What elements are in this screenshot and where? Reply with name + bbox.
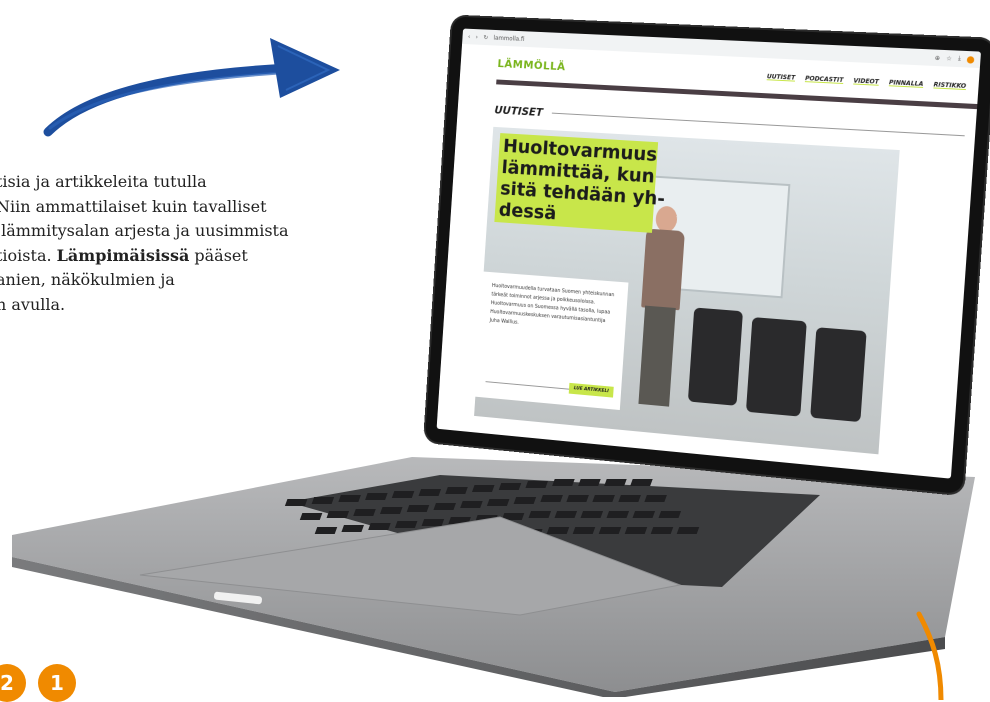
section-divider: [552, 112, 965, 137]
zoom-icon[interactable]: ⊕: [935, 54, 941, 61]
nav-item-podcastit[interactable]: PODCASTIT: [805, 75, 844, 84]
reload-icon[interactable]: ↻: [483, 34, 488, 41]
laptop-screen: ‹ › ↻ lammolla.fi ⊕ ☆ ⤓ LÄMMÖLLÄ UUTISET…: [424, 16, 990, 495]
card-divider: [485, 381, 576, 391]
forward-icon[interactable]: ›: [476, 33, 479, 40]
browser-window: ‹ › ↻ lammolla.fi ⊕ ☆ ⤓ LÄMMÖLLÄ UUTISET…: [436, 28, 982, 479]
hero-photo-chair: [810, 327, 867, 423]
nav-item-uutiset[interactable]: UUTISET: [767, 73, 796, 81]
read-article-button[interactable]: LUE ARTIKKELI: [568, 382, 614, 398]
site-logo[interactable]: LÄMMÖLLÄ: [497, 57, 566, 73]
back-icon[interactable]: ‹: [468, 33, 471, 40]
step-badge-1: 1: [38, 664, 76, 702]
nav-item-pinnalla[interactable]: PINNALLA: [889, 79, 924, 88]
laptop-illustration: ‹ › ↻ lammolla.fi ⊕ ☆ ⤓ LÄMMÖLLÄ UUTISET…: [0, 0, 990, 697]
hero-photo-chair: [745, 317, 807, 417]
hero-photo-chair: [687, 307, 743, 406]
profile-avatar[interactable]: [966, 55, 975, 64]
article-headline[interactable]: Huoltovarmuus lämmittää, kun sitä tehdää…: [494, 133, 666, 233]
nav-item-videot[interactable]: VIDEOT: [853, 77, 879, 85]
featured-article[interactable]: Huoltovarmuus lämmittää, kun sitä tehdää…: [474, 126, 900, 455]
download-icon[interactable]: ⤓: [958, 55, 961, 63]
article-summary-card: Huoltovarmuudella turvataan Suomen yhtei…: [475, 271, 629, 411]
article-summary: Huoltovarmuudella turvataan Suomen yhtei…: [489, 282, 615, 326]
nav-item-ristikko[interactable]: RISTIKKO: [933, 81, 966, 90]
orange-arrow-icon: [916, 611, 944, 700]
main-nav: UUTISET PODCASTIT VIDEOT PINNALLA RISTIK…: [767, 73, 967, 90]
screen-bezel: ‹ › ↻ lammolla.fi ⊕ ☆ ⤓ LÄMMÖLLÄ UUTISET…: [424, 16, 990, 495]
star-icon[interactable]: ☆: [946, 55, 952, 62]
section-title: UUTISET: [494, 103, 544, 119]
hero-photo-person: [629, 205, 691, 416]
